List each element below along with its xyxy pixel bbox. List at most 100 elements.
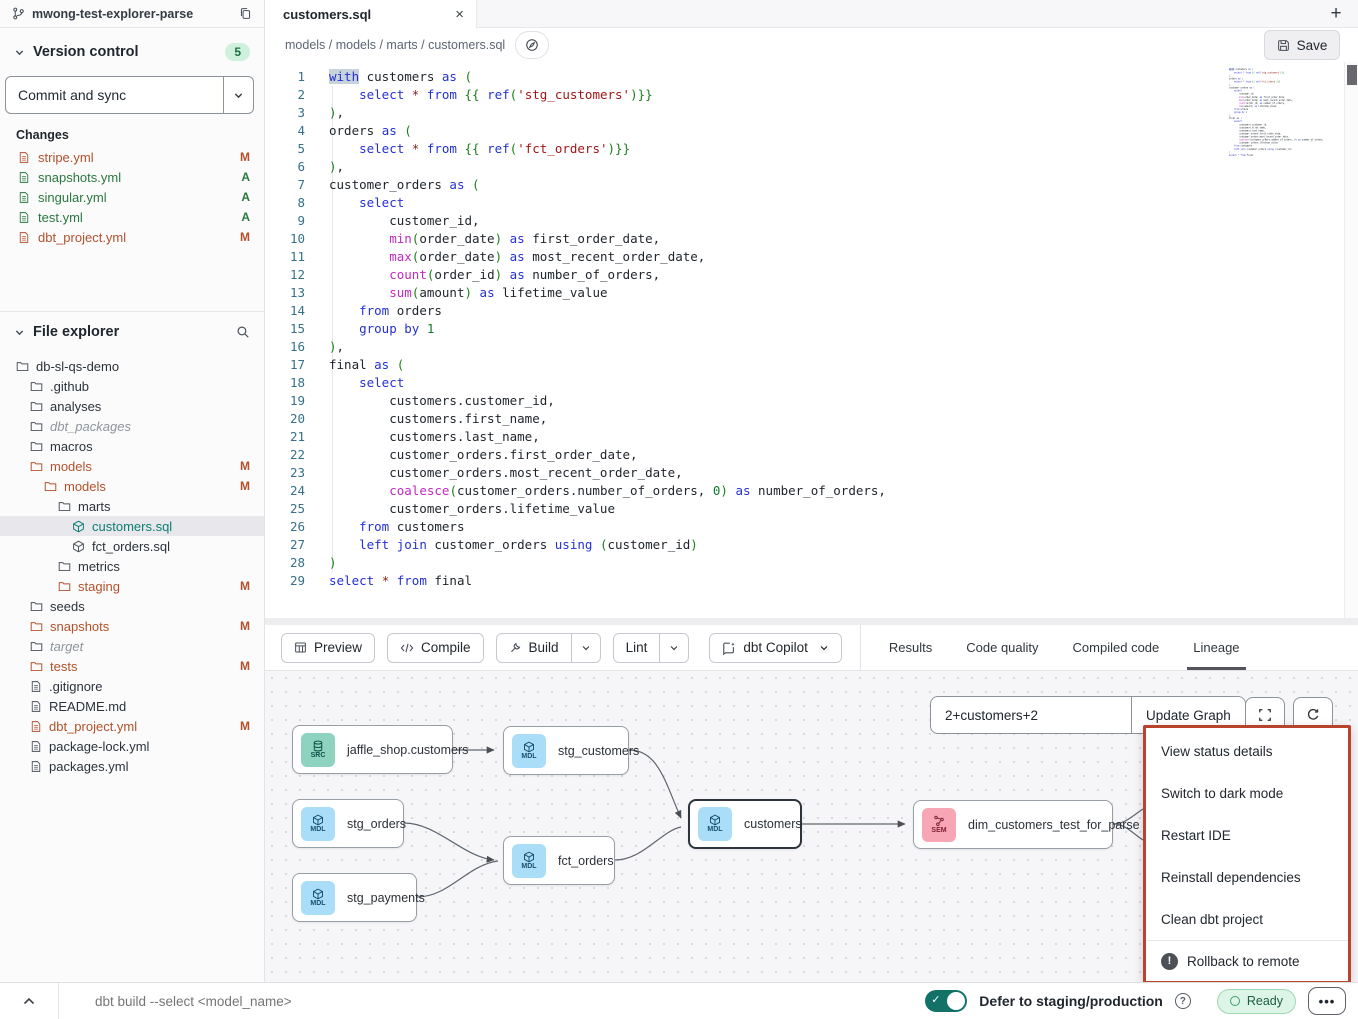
version-control-header[interactable]: Version control 5 [0,38,264,66]
save-button[interactable]: Save [1264,30,1340,60]
search-icon[interactable] [236,325,250,339]
code-line[interactable]: 2 select * from {{ ref('stg_customers')}… [265,86,1344,104]
menu-item-reinstall-dependencies[interactable]: Reinstall dependencies [1146,856,1348,898]
code-line[interactable]: 1with customers as ( [265,68,1344,86]
tab-compiled-code[interactable]: Compiled code [1073,625,1160,670]
tree-item-dbt-packages[interactable]: dbt_packages [0,416,264,436]
code-line[interactable]: 24 coalesce(customer_orders.number_of_or… [265,482,1344,500]
code-line[interactable]: 13 sum(amount) as lifetime_value [265,284,1344,302]
tab-customers-sql[interactable]: customers.sql × [265,0,477,28]
commit-and-sync-button[interactable]: Commit and sync [6,77,223,113]
code-line[interactable]: 29select * from final [265,572,1344,590]
code-line[interactable]: 18 select [265,374,1344,392]
tree-item-staging[interactable]: stagingM [0,576,264,596]
code-line[interactable]: 3), [265,104,1344,122]
code-line[interactable]: 11 max(order_date) as most_recent_order_… [265,248,1344,266]
change-row[interactable]: test.ymlA [0,207,264,227]
minimap[interactable]: with customers as ( select * from {{ ref… [1229,68,1341,164]
editor-scrollbar[interactable] [1344,62,1358,618]
tree-item-snapshots[interactable]: snapshotsM [0,616,264,636]
preview-button[interactable]: Preview [281,633,375,663]
code-line[interactable]: 10 min(order_date) as first_order_date, [265,230,1344,248]
code-line[interactable]: 27 left join customer_orders using (cust… [265,536,1344,554]
tab-results[interactable]: Results [889,625,932,670]
tree-item-readme-md[interactable]: README.md [0,696,264,716]
tab-code-quality[interactable]: Code quality [966,625,1038,670]
copy-icon[interactable] [239,7,252,20]
lineage-node-jaffle-shop-customers[interactable]: SRCjaffle_shop.customers [292,725,453,774]
code-line[interactable]: 22 customer_orders.first_order_date, [265,446,1344,464]
code-line[interactable]: 7customer_orders as ( [265,176,1344,194]
tree-item-target[interactable]: target [0,636,264,656]
code-line[interactable]: 16), [265,338,1344,356]
tree-item-models[interactable]: modelsM [0,476,264,496]
tree-item-package-lock-yml[interactable]: package-lock.yml [0,736,264,756]
menu-item-rollback-to-remote[interactable]: ! Rollback to remote [1146,941,1348,981]
lineage-node-fct-orders[interactable]: MDLfct_orders [503,836,615,885]
menu-item-clean-dbt-project[interactable]: Clean dbt project [1146,898,1348,940]
code-line[interactable]: 25 customer_orders.lifetime_value [265,500,1344,518]
lineage-node-stg-customers[interactable]: MDLstg_customers [503,726,629,775]
change-row[interactable]: snapshots.ymlA [0,167,264,187]
tree-item--github[interactable]: .github [0,376,264,396]
code-line[interactable]: 6), [265,158,1344,176]
code-line[interactable]: 5 select * from {{ ref('fct_orders')}} [265,140,1344,158]
code-line[interactable]: 28) [265,554,1344,572]
tree-item--gitignore[interactable]: .gitignore [0,676,264,696]
lineage-node-stg-orders[interactable]: MDLstg_orders [292,799,404,848]
code-line[interactable]: 23 customer_orders.most_recent_order_dat… [265,464,1344,482]
dbt-copilot-button[interactable]: dbt Copilot [709,633,842,663]
code-line[interactable]: 12 count(order_id) as number_of_orders, [265,266,1344,284]
lineage-node-dim-customers-test-for-parse[interactable]: SEMdim_customers_test_for_parse [913,800,1113,849]
commit-options-chevron[interactable] [223,77,253,113]
tree-item-dbt-project-yml[interactable]: dbt_project.ymlM [0,716,264,736]
scrollbar-thumb[interactable] [1347,65,1357,85]
code-line[interactable]: 17final as ( [265,356,1344,374]
tree-item-metrics[interactable]: metrics [0,556,264,576]
expand-command-panel-button[interactable] [0,997,58,1005]
code-line[interactable]: 26 from customers [265,518,1344,536]
code-line[interactable]: 9 customer_id, [265,212,1344,230]
menu-item-view-status-details[interactable]: View status details [1146,730,1348,772]
close-tab-icon[interactable]: × [455,7,464,22]
code-line[interactable]: 14 from orders [265,302,1344,320]
build-options-chevron[interactable] [571,634,600,662]
tree-item-packages-yml[interactable]: packages.yml [0,756,264,776]
menu-item-restart-ide[interactable]: Restart IDE [1146,814,1348,856]
change-row[interactable]: dbt_project.ymlM [0,227,264,247]
code-line[interactable]: 15 group by 1 [265,320,1344,338]
build-button[interactable]: Build [497,634,571,662]
tree-item-marts[interactable]: marts [0,496,264,516]
code-line[interactable]: 19 customers.customer_id, [265,392,1344,410]
lint-options-chevron[interactable] [659,634,688,662]
tree-item-customers-sql[interactable]: customers.sql [0,516,264,536]
tab-lineage[interactable]: Lineage [1193,625,1239,670]
help-icon[interactable]: ? [1175,993,1191,1009]
change-row[interactable]: stripe.ymlM [0,147,264,167]
menu-item-switch-to-dark-mode[interactable]: Switch to dark mode [1146,772,1348,814]
change-row[interactable]: singular.ymlA [0,187,264,207]
tree-item-models[interactable]: modelsM [0,456,264,476]
lint-button[interactable]: Lint [614,634,660,662]
new-tab-button[interactable]: + [1314,0,1358,27]
lineage-node-customers[interactable]: MDLcustomers [688,799,802,849]
lineage-selector-input[interactable] [931,697,1131,733]
tree-item-macros[interactable]: macros [0,436,264,456]
tree-item-seeds[interactable]: seeds [0,596,264,616]
code-editor[interactable]: 1with customers as (2 select * from {{ r… [265,62,1358,618]
lineage-canvas[interactable]: SRCjaffle_shop.customers MDLstg_customers… [265,671,1358,982]
dbt-command-input[interactable] [59,994,925,1009]
tree-item-db-sl-qs-demo[interactable]: db-sl-qs-demo [0,356,264,376]
tree-item-tests[interactable]: testsM [0,656,264,676]
code-line[interactable]: 4orders as ( [265,122,1344,140]
code-line[interactable]: 21 customers.last_name, [265,428,1344,446]
status-ready-badge[interactable]: Ready [1217,989,1296,1014]
explore-compass-button[interactable] [515,31,549,59]
lineage-node-stg-payments[interactable]: MDLstg_payments [292,873,417,922]
tree-item-fct-orders-sql[interactable]: fct_orders.sql [0,536,264,556]
more-options-button[interactable]: ••• [1308,987,1346,1015]
defer-toggle[interactable]: ✓ [925,990,967,1012]
tree-item-analyses[interactable]: analyses [0,396,264,416]
code-line[interactable]: 8 select [265,194,1344,212]
code-line[interactable]: 20 customers.first_name, [265,410,1344,428]
